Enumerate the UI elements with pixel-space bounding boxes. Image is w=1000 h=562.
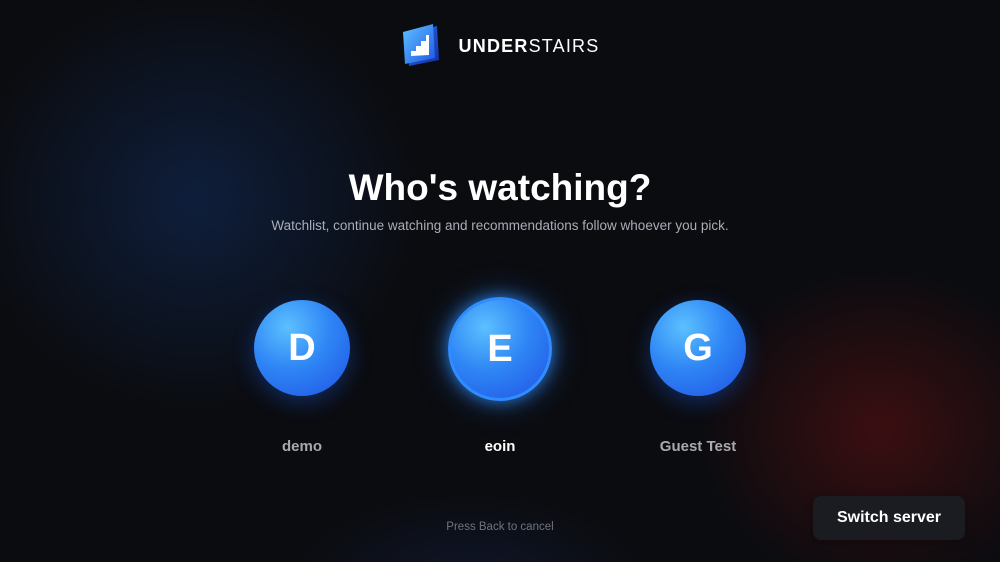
page-subtitle: Watchlist, continue watching and recomme…: [271, 218, 729, 233]
brand-name-bold: UNDER: [458, 36, 529, 56]
brand-header: UNDERSTAIRS: [0, 22, 1000, 70]
stairs-icon: [402, 24, 439, 66]
profile-select-screen: UNDERSTAIRS Who's watching? Watchlist, c…: [0, 0, 1000, 562]
switch-server-button[interactable]: Switch server: [813, 496, 965, 540]
avatar-initial: G: [683, 327, 713, 369]
profile-card-demo[interactable]: D demo: [207, 300, 397, 475]
brand-wordmark: UNDERSTAIRS: [459, 37, 600, 55]
brand-name-light: STAIRS: [528, 36, 600, 56]
profile-card-guest-test[interactable]: G Guest Test: [603, 300, 793, 475]
avatar: G: [650, 300, 746, 396]
profile-card-eoin[interactable]: E eoin: [405, 297, 595, 475]
page-title: Who's watching?: [348, 167, 652, 208]
avatar: D: [254, 300, 350, 396]
profile-name: demo: [281, 438, 322, 455]
avatar-initial: E: [487, 328, 513, 370]
profile-name: Guest Test: [659, 438, 737, 455]
profile-name: eoin: [484, 438, 516, 455]
avatar: E: [448, 297, 552, 401]
avatar-initial: D: [288, 327, 316, 369]
